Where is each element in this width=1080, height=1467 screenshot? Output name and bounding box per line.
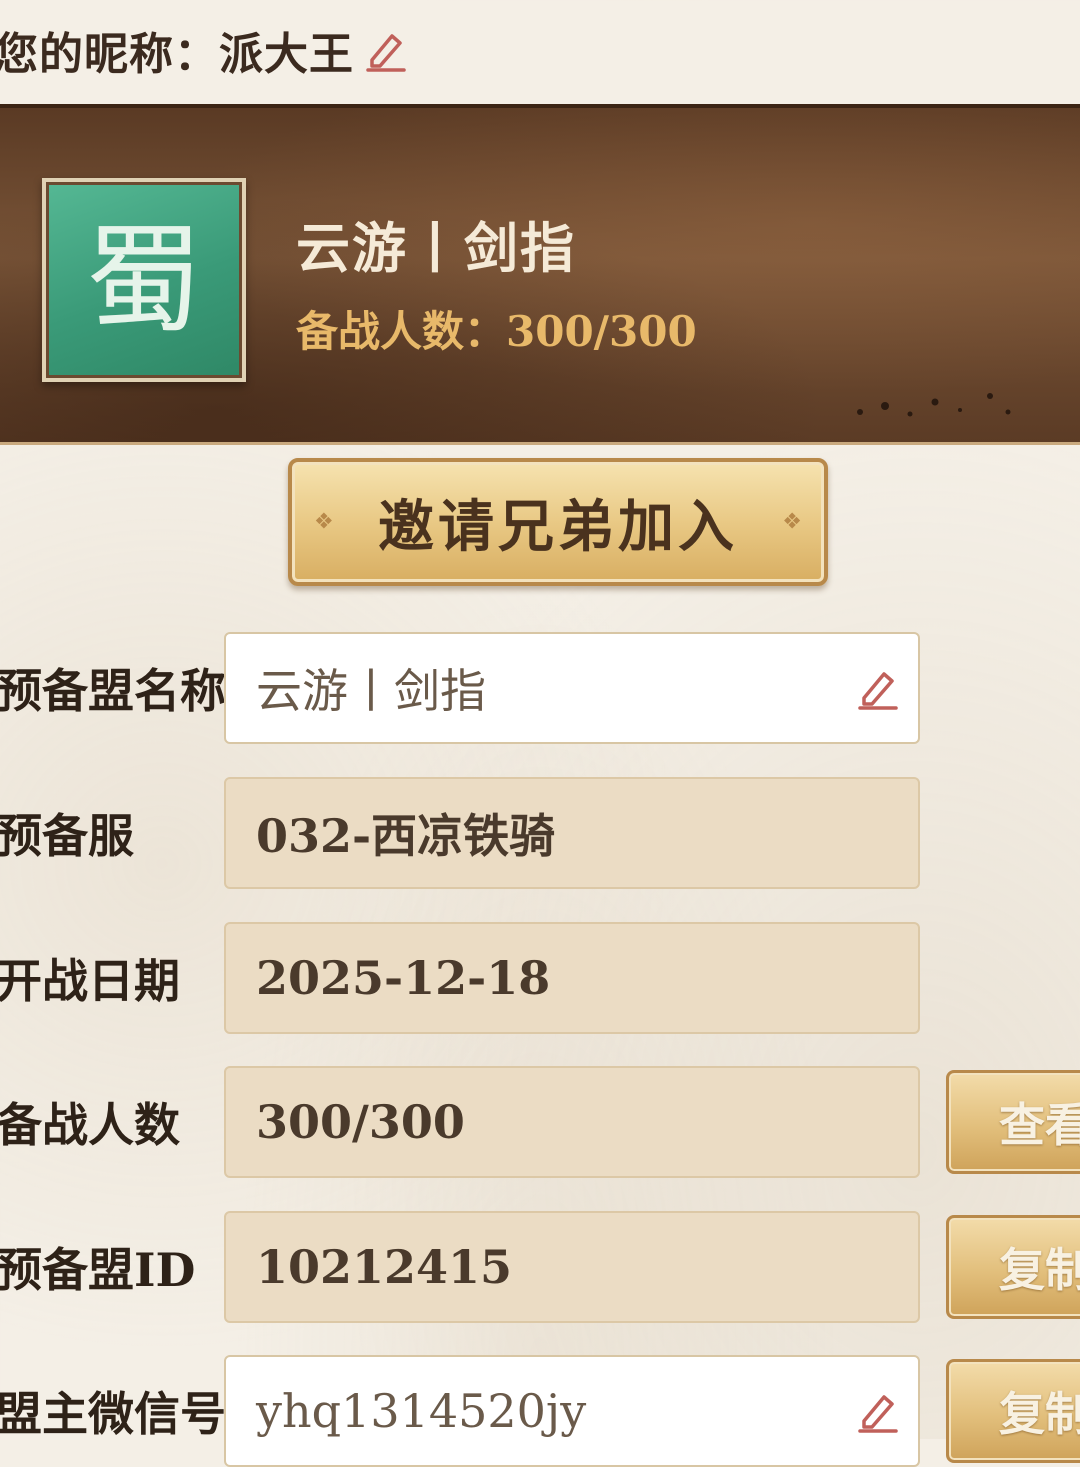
guild-members-value: 300/300 [506, 307, 697, 356]
server-label: 预备服 [0, 809, 134, 863]
members-value: 300/300 [256, 1095, 465, 1149]
ink-splatter-decoration [857, 393, 1011, 417]
form-row-guild-name: 预备盟名称 云游丨剑指 [0, 632, 1080, 744]
form-row-leader-wechat: 盟主微信号 yhq1314520jy 复制 [0, 1355, 1080, 1467]
form-row-guild-id: 预备盟ID 10212415 复制 [0, 1211, 1080, 1323]
faction-emblem: 蜀 [42, 178, 246, 382]
invite-brothers-button[interactable]: ❖ 邀请兄弟加入 ❖ [288, 458, 828, 586]
ornament-left-icon: ❖ [314, 509, 334, 535]
server-field: 032-西凉铁骑 [224, 777, 920, 889]
guild-id-label: 预备盟ID [0, 1243, 196, 1297]
ornament-right-icon: ❖ [782, 509, 802, 535]
guild-id-field: 10212415 [224, 1211, 920, 1323]
edit-wechat-icon[interactable] [856, 1389, 900, 1433]
leader-wechat-value: yhq1314520jy [256, 1384, 587, 1438]
guild-id-value: 10212415 [256, 1240, 513, 1294]
view-members-button[interactable]: 查看 [946, 1070, 1080, 1174]
leader-wechat-label: 盟主微信号 [0, 1387, 226, 1441]
members-label: 备战人数 [0, 1098, 180, 1152]
edit-guild-name-icon[interactable] [856, 666, 900, 710]
guild-name: 云游丨剑指 [296, 216, 576, 280]
battle-date-label: 开战日期 [0, 954, 180, 1008]
copy-guild-id-button[interactable]: 复制 [946, 1215, 1080, 1319]
guild-members: 备战人数：300/300 [296, 298, 697, 359]
guild-name-value: 云游丨剑指 [256, 664, 486, 718]
leader-wechat-field[interactable]: yhq1314520jy [224, 1355, 920, 1467]
members-field: 300/300 [224, 1066, 920, 1178]
nickname-value: 派大王 [219, 29, 354, 80]
guild-members-label: 备战人数： [296, 307, 507, 356]
edit-nickname-icon[interactable] [364, 28, 408, 72]
server-value: 032-西凉铁骑 [256, 809, 556, 863]
form-row-battle-date: 开战日期 2025-12-18 [0, 922, 1080, 1034]
invite-button-label: 邀请兄弟加入 [378, 493, 738, 560]
nickname-line: 您的昵称： 派大王 [0, 18, 408, 82]
copy-wechat-button[interactable]: 复制 [946, 1359, 1080, 1463]
guild-banner: 蜀 云游丨剑指 备战人数：300/300 [0, 104, 1080, 445]
guild-name-field[interactable]: 云游丨剑指 [224, 632, 920, 744]
battle-date-field: 2025-12-18 [224, 922, 920, 1034]
faction-emblem-char: 蜀 [84, 211, 203, 349]
form-row-server: 预备服 032-西凉铁骑 [0, 777, 1080, 889]
battle-date-value: 2025-12-18 [256, 951, 551, 1005]
form-row-members: 备战人数 300/300 查看 [0, 1066, 1080, 1178]
guild-name-label: 预备盟名称 [0, 664, 226, 718]
nickname-label: 您的昵称： [0, 29, 219, 80]
